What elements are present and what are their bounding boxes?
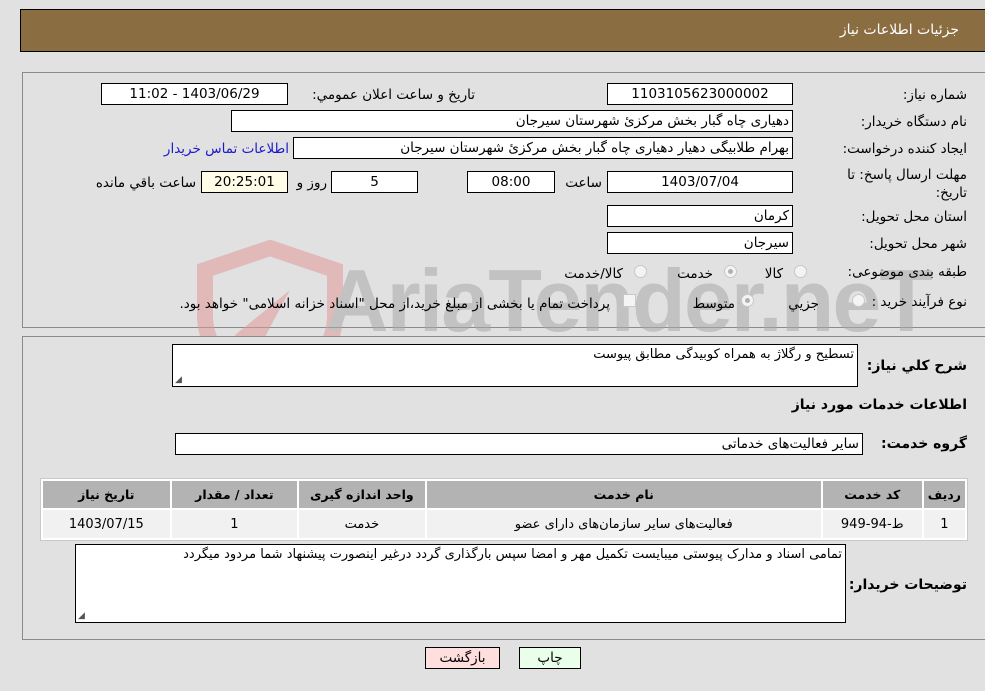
service-group-field: ساير فعاليت‌های خدماتی — [175, 433, 863, 455]
deadline-date-field: 1403/07/04 — [607, 171, 793, 193]
process-radio-minor[interactable] — [852, 294, 865, 307]
requester-label: ايجاد کننده درخواست: — [842, 141, 967, 157]
buyer-notes-text: تمامی اسناد و مدارک پیوستی میبایست تکمیل… — [183, 547, 842, 562]
category-label: طبقه بندی موضوعی: — [847, 264, 967, 280]
need-number-field: 1103105623000002 — [607, 83, 793, 105]
print-button[interactable]: چاپ — [519, 647, 581, 669]
services-section-title: اطلاعات خدمات مورد نياز — [791, 397, 967, 413]
buyer-contact-link[interactable]: اطلاعات تماس خريدار — [164, 141, 289, 157]
buyer-notes-textarea[interactable]: تمامی اسناد و مدارک پیوستی میبایست تکمیل… — [75, 544, 846, 623]
requester-field: بهرام طلابیگی دهیار دهیاری چاه گبار بخش … — [293, 137, 793, 159]
cell-quantity: 1 — [171, 510, 298, 538]
description-text: تسطیح و رگلاژ به همراه کوبیدگی مطابق پیو… — [593, 347, 854, 362]
col-header-service-name: نام خدمت — [426, 481, 821, 508]
buyer-org-label: نام دستگاه خريدار: — [860, 114, 967, 130]
province-field: کرمان — [607, 205, 793, 227]
city-field: سیرجان — [607, 232, 793, 254]
category-radio-service[interactable] — [724, 265, 737, 278]
services-table: رديف کد خدمت نام خدمت واحد اندازه گيری ت… — [40, 478, 968, 541]
col-header-quantity: تعداد / مقدار — [171, 481, 298, 508]
category-option-goods: کالا — [764, 266, 783, 282]
service-group-label: گروه خدمت: — [881, 436, 967, 452]
deadline-time-field: 08:00 — [467, 171, 555, 193]
time-remaining-field: 20:25:01 — [201, 171, 288, 193]
process-option-medium: متوسط — [692, 296, 735, 312]
page-header: جزئيات اطلاعات نياز — [20, 9, 985, 52]
days-remaining-field: 5 — [331, 171, 418, 193]
process-radio-medium[interactable] — [741, 294, 754, 307]
buyer-notes-label: توضيحات خريدار: — [848, 577, 967, 593]
col-header-service-code: کد خدمت — [822, 481, 922, 508]
category-radio-goods-service[interactable] — [634, 265, 647, 278]
resize-handle-icon[interactable]: ◢ — [78, 611, 85, 621]
cell-service-name: فعاليت‌های ساير سازمان‌های دارای عضو — [426, 510, 821, 538]
col-header-row-number: رديف — [923, 481, 965, 508]
page-title: جزئيات اطلاعات نياز — [839, 22, 959, 38]
treasury-note: پرداخت تمام يا بخشی از مبلغ خريد،از محل … — [179, 296, 610, 312]
col-header-need-date: تاريخ نياز — [43, 481, 170, 508]
cell-need-date: 1403/07/15 — [43, 510, 170, 538]
process-option-minor: جزيي — [788, 296, 819, 312]
days-label: روز و — [296, 175, 327, 191]
deadline-time-label: ساعت — [565, 175, 602, 191]
province-label: استان محل تحويل: — [861, 209, 967, 225]
buyer-org-field: دهیاری چاه گبار بخش مرکزئ شهرستان سیرجان — [231, 110, 793, 132]
col-header-unit: واحد اندازه گيری — [299, 481, 425, 508]
description-textarea[interactable]: تسطیح و رگلاژ به همراه کوبیدگی مطابق پیو… — [172, 344, 858, 387]
resize-handle-icon[interactable]: ◢ — [175, 375, 182, 385]
time-remaining-label: ساعت باقي مانده — [95, 175, 196, 191]
cell-row-number: 1 — [923, 510, 965, 538]
back-button[interactable]: بازگشت — [425, 647, 500, 669]
table-header-row: رديف کد خدمت نام خدمت واحد اندازه گيری ت… — [43, 481, 965, 508]
cell-unit: خدمت — [299, 510, 425, 538]
announce-datetime-field: 1403/06/29 - 11:02 — [101, 83, 288, 105]
need-number-label: شماره نياز: — [902, 87, 967, 103]
announce-datetime-label: تاريخ و ساعت اعلان عمومي: — [312, 87, 475, 103]
description-label: شرح کلي نياز: — [866, 358, 967, 374]
cell-service-code: ط-94-949 — [822, 510, 922, 538]
process-label: نوع فرآيند خريد : — [871, 294, 967, 310]
table-row: 1 ط-94-949 فعاليت‌های ساير سازمان‌های دا… — [43, 510, 965, 538]
city-label: شهر محل تحويل: — [869, 236, 967, 252]
category-radio-goods[interactable] — [794, 265, 807, 278]
deadline-label: مهلت ارسال پاسخ: تا تاريخ: — [847, 167, 967, 201]
category-option-service: خدمت — [677, 266, 713, 282]
category-option-goods-service: کالا/خدمت — [564, 266, 623, 282]
treasury-checkbox[interactable] — [623, 294, 636, 307]
